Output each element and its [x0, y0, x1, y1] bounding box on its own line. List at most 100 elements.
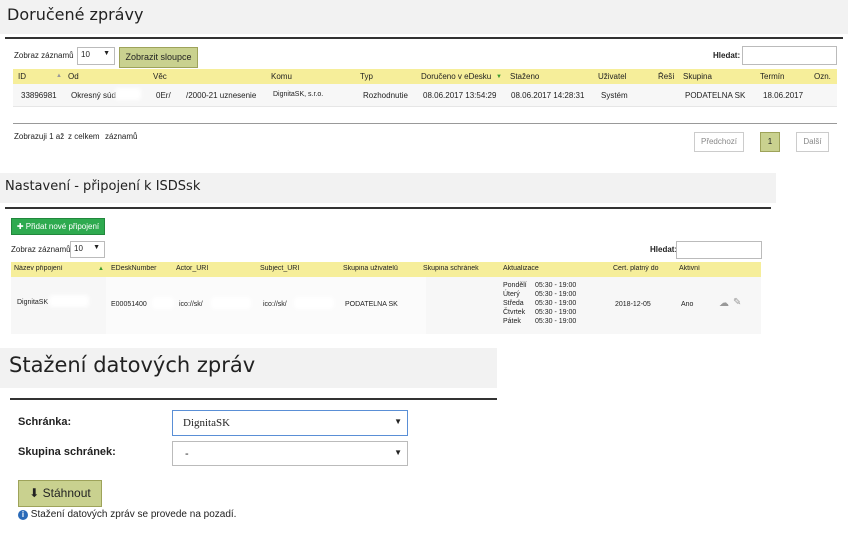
add-connection-label: Přidat nové připojení [25, 222, 100, 231]
sort-desc-icon: ▼ [496, 74, 502, 80]
group-select[interactable]: - ▼ [172, 441, 408, 466]
received-title: Doručené zprávy [7, 5, 144, 24]
schedule-time: 05:30 - 19:00 [535, 309, 577, 316]
cell-name: DignitaSK [17, 299, 49, 306]
redaction [211, 297, 251, 309]
schedule-time: 05:30 - 19:00 [535, 300, 577, 307]
group-label: Skupina schránek: [18, 446, 116, 458]
download-icon: ⬇ [29, 486, 40, 500]
col-nazev[interactable]: Název připojení [14, 265, 63, 272]
received-search-input[interactable] [742, 46, 837, 65]
col-stazeno[interactable]: Staženo [510, 72, 539, 81]
download-panel: Schránka: DignitaSK ▼ Skupina schránek: … [10, 398, 497, 528]
chevron-down-icon: ▼ [103, 50, 110, 57]
info-line: i Stažení datových zpráv se provede na p… [18, 509, 236, 520]
chevron-down-icon: ▼ [394, 448, 402, 457]
received-panel: Zobraz záznamů 10 ▼ Zobrazit sloupce Hle… [5, 37, 843, 157]
box-select[interactable]: DignitaSK ▼ [172, 410, 408, 436]
cell-termin: 18.06.2017 [763, 91, 804, 100]
isds-page-size-value: 10 [74, 244, 83, 253]
col-cert[interactable]: Cert. platný do [613, 265, 659, 272]
redaction [152, 297, 174, 309]
col-typ[interactable]: Typ [360, 72, 373, 81]
info-text: Stažení datových zpráv se provede na poz… [30, 509, 237, 520]
sort-icon: ▲ [56, 73, 62, 79]
row-divider [13, 106, 837, 107]
received-footer-b: z celkem [68, 132, 100, 141]
plus-icon: ✚ [16, 222, 24, 231]
redaction [294, 297, 334, 309]
chevron-down-icon: ▼ [394, 417, 402, 426]
page-1-button[interactable]: 1 [760, 132, 780, 152]
isds-page-size-select[interactable]: 10 ▼ [70, 241, 105, 258]
cell-active: Ano [681, 301, 694, 308]
col-ozn[interactable]: Ozn. [814, 72, 831, 81]
schedule-day: Úterý [503, 291, 520, 298]
col-komu[interactable]: Komu [271, 72, 292, 81]
pencil-icon[interactable]: ✎ [733, 297, 741, 308]
schedule-day: Pátek [503, 318, 521, 325]
col-actor[interactable]: Actor_URI [176, 265, 208, 272]
download-button[interactable]: ⬇ Stáhnout [18, 480, 102, 507]
table-bottom-border [13, 123, 837, 124]
col-vec[interactable]: Věc [153, 72, 167, 81]
received-footer-a: Zobrazuji 1 až [14, 132, 65, 141]
cell-vec-b: /2000-21 uznesenie [186, 91, 257, 100]
next-page-button[interactable]: Další [796, 132, 829, 152]
isds-panel-header: Nastavení - připojení k ISDSsk [0, 173, 776, 203]
prev-page-button[interactable]: Předchozí [694, 132, 744, 152]
cell-stazeno: 08.06.2017 14:28:31 [511, 91, 585, 100]
box-select-value: DignitaSK [183, 417, 231, 429]
col-update[interactable]: Aktualizace [503, 265, 539, 272]
col-edesk[interactable]: EDeskNumber [111, 265, 157, 272]
isds-panel: ✚ Přidat nové připojení Zobraz záznamů 1… [5, 207, 771, 334]
isds-search-input[interactable] [676, 241, 762, 259]
cell-doruceno: 08.06.2017 13:54:29 [423, 91, 497, 100]
schedule-time: 05:30 - 19:00 [535, 282, 577, 289]
received-panel-header: Doručené zprávy [0, 0, 848, 34]
col-id[interactable]: ID [18, 72, 26, 81]
received-show-label: Zobraz záznamů [14, 51, 74, 60]
cell-uzivatel: Systém [601, 91, 628, 100]
received-footer-c: záznamů [105, 132, 138, 141]
schedule-day: Čtvrtek [503, 309, 526, 316]
col-doruceno[interactable]: Doručeno v eDesku [421, 72, 491, 81]
received-page-size-select[interactable]: 10 ▼ [77, 47, 115, 65]
table-row[interactable]: DignitaSK E00051400 ico://sk/ ico://sk/ … [11, 277, 761, 334]
col-od[interactable]: Od [68, 72, 79, 81]
cell-komu: DignitaSK, s.r.o. [273, 91, 324, 98]
received-page-size-value: 10 [81, 50, 90, 59]
group-select-value: - [185, 448, 189, 460]
cell-cert: 2018-12-05 [615, 301, 651, 308]
schedule-day: Středa [503, 300, 524, 307]
schedule-time: 05:30 - 19:00 [535, 291, 577, 298]
cell-group: PODATELNA SK [345, 301, 398, 308]
col-uzivatel[interactable]: Uživatel [598, 72, 626, 81]
received-search-label: Hledat: [713, 51, 741, 60]
cell-actor: ico://sk/ [179, 301, 203, 308]
isds-title: Nastavení - připojení k ISDSsk [5, 179, 201, 194]
col-skupina[interactable]: Skupina [683, 72, 712, 81]
download-title: Stažení datových zpráv [9, 353, 256, 377]
cell-vec-a: 0Er/ [156, 91, 171, 100]
received-table-header: ID ▲ Od Věc Komu Typ Doručeno v eDesku ▼… [13, 69, 837, 84]
chevron-down-icon: ▼ [93, 244, 100, 251]
col-subject[interactable]: Subject_URI [260, 265, 299, 272]
add-connection-button[interactable]: ✚ Přidat nové připojení [11, 218, 105, 235]
cloud-download-icon[interactable]: ☁ [719, 298, 729, 309]
download-panel-header: Stažení datových zpráv [0, 348, 497, 388]
cell-subject: ico://sk/ [263, 301, 287, 308]
col-active[interactable]: Aktivní [679, 265, 700, 272]
cell-edesk: E00051400 [111, 301, 147, 308]
download-button-label: Stáhnout [42, 486, 91, 500]
schedule-day: Pondělí [503, 282, 527, 289]
redaction [231, 416, 261, 428]
col-group-boxes[interactable]: Skupina schránek [423, 265, 479, 272]
redaction [115, 88, 141, 100]
table-row[interactable]: 33896981 Okresný súd 0Er/ /2000-21 uznes… [13, 84, 837, 106]
show-columns-button[interactable]: Zobrazit sloupce [119, 47, 198, 68]
col-group-users[interactable]: Skupina uživatelů [343, 265, 398, 272]
col-resi[interactable]: Řeší [658, 72, 674, 81]
col-termin[interactable]: Termín [760, 72, 784, 81]
isds-search-label: Hledat: [650, 245, 678, 254]
